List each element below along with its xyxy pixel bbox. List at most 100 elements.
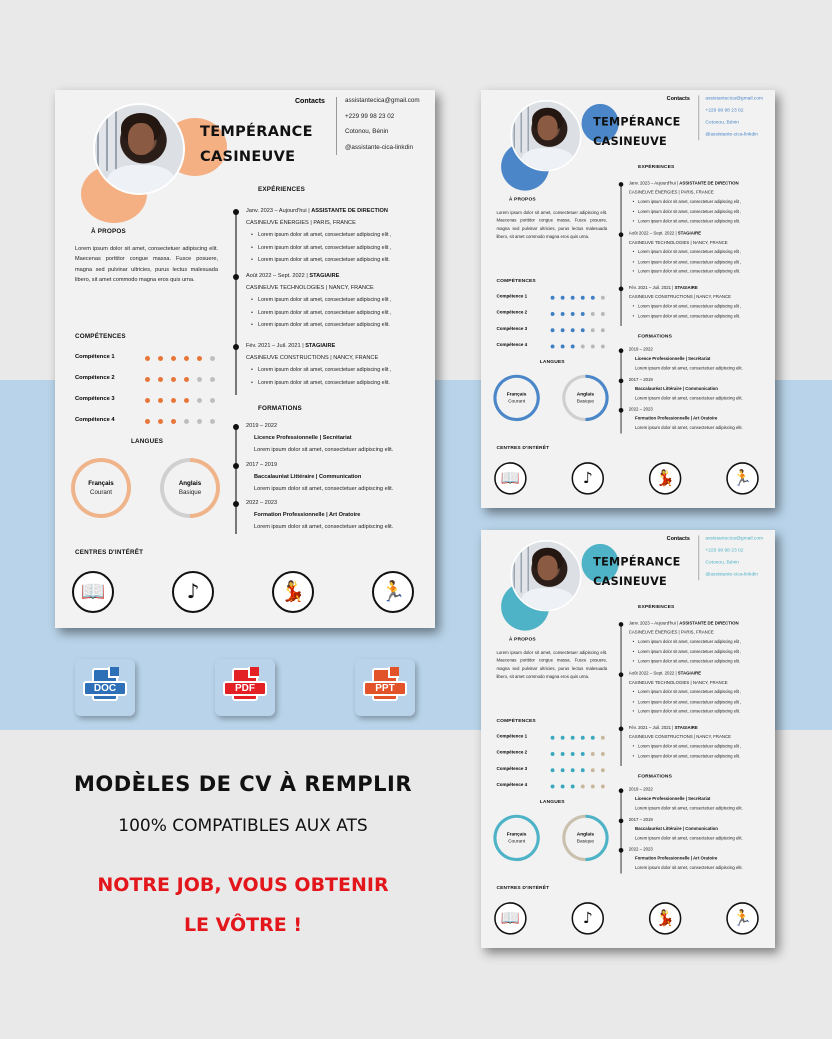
experience-title: ASSISTANTE DE DIRECTION [311,208,388,214]
skill-dot [600,768,605,773]
experience-bullet: Lorem ipsum dolor sit amet, consectetuer… [633,640,742,645]
book-icon: 📖 [494,462,527,495]
language-name: Anglais [576,831,595,838]
about-heading: À PROPOS [91,228,126,235]
skill-dot [210,356,215,361]
experience-bullet: Lorem ipsum dolor sit amet, consectetuer… [251,232,391,238]
skill-dot [590,768,595,773]
language-level: Basique [576,838,595,845]
skill-dot [184,398,189,403]
skill-label: Compétence 3 [496,766,528,772]
experience-date: Août 2022 – Sept. 2022 [246,273,305,279]
skill-label: Compétence 1 [496,294,528,299]
experience-bullet: Lorem ipsum dolor sit amet, consectetuer… [633,709,740,714]
skill-dot [184,377,189,382]
timeline-dot [618,348,623,354]
experience-bullet: Lorem ipsum dolor sit amet, consectetuer… [251,297,391,303]
timeline-dot [232,501,239,507]
experience-timeline [620,622,622,766]
experience-header: Fév. 2021 – Juil. 2021 | STAGIAIRE [246,343,335,349]
timeline-dot [618,182,623,187]
experience-company: CASINEUVE TECHNOLOGIES | NANCY, FRANCE [628,240,728,246]
experience-title: STAGIAIRE [677,231,702,237]
timeline-dot [618,672,623,677]
language-level: Courant [508,838,526,845]
language-ring [71,458,131,518]
experience-title: STAGIAIRE [674,725,698,731]
skill-dot [580,752,585,756]
experience-bullet: Lorem ipsum dolor sit amet, consectetuer… [251,310,391,316]
contact-linkedin[interactable]: @assistante-cica-linkdin [705,571,758,576]
skill-dot [550,768,555,773]
experience-bullet: Lorem ipsum dolor sit amet, consectetuer… [251,367,391,373]
skill-dot [560,328,565,333]
education-title: Formation Professionnelle | Art Oratoire [634,856,718,862]
photo-shirt [521,148,574,170]
experience-bullet: Lorem ipsum dolor sit amet, consectetuer… [251,245,391,251]
name-line2: CASINEUVE [593,575,667,589]
skill-dot [570,344,575,349]
contact-linkedin[interactable]: @assistante-cica-linkdin [705,131,758,136]
education-title: Licence Professionnelle | Secrétariat [634,796,711,802]
education-desc: Lorem ipsum dolor sit amet, consectetuer… [634,366,743,371]
photo-shirt [107,165,175,193]
experience-company: CASINEUVE CONSTRUCTIONS | NANCY, FRANCE [246,355,379,361]
experience-bullet: Lorem ipsum dolor sit amet, consectetuer… [251,257,390,263]
cv-template-orange: TEMPÉRANCE CASINEUVE Contacts assistantecic… [55,90,435,628]
language-name: Français [506,391,527,398]
skill-dot [145,356,150,361]
skill-dot [580,344,585,349]
timeline-dot [618,622,623,627]
photo-face [537,115,558,141]
timeline-dot [232,424,239,430]
skill-dot [197,356,202,361]
experience-company: CASINEUVE CONSTRUCTIONS | NANCY, FRANCE [628,295,732,300]
skill-dot [560,784,565,789]
experience-company: CASINEUVE ÉNERGIES | PARIS, FRANCE [628,630,714,636]
skill-dot [580,735,585,740]
runner-icon: 🏃 [726,462,759,495]
photo-window [97,111,117,171]
education-heading: FORMATIONS [638,773,672,780]
skill-dot [600,295,605,300]
skill-dot [590,752,595,756]
skill-dot [560,768,565,773]
education-date: 2017 – 2019 [628,817,653,823]
skill-label: Compétence 2 [496,750,528,756]
contact-email[interactable]: assistantecica@gmail.com [705,535,763,540]
education-date: 2022 – 2023 [246,500,278,506]
contact-email[interactable]: assistantecica@gmail.com [345,97,420,104]
skill-dot [145,398,150,403]
runner-icon: 🏃 [726,902,759,935]
skill-dot [550,295,555,300]
promo-slogan-line1: NOTRE JOB, VOUS OBTENIR [97,874,389,896]
skill-dot [570,784,575,789]
education-title: Licence Professionnelle | Secrétariat [634,356,711,362]
education-desc: Lorem ipsum dolor sit amet, consectetuer… [634,425,743,431]
language-level: Basique [576,398,595,405]
skill-dot [590,295,595,300]
contact-linkedin[interactable]: @assistante-cica-linkdin [345,144,413,151]
contacts-divider [336,97,337,155]
timeline-dot [618,726,623,732]
skills-heading: COMPÉTENCES [496,718,536,724]
education-title: Baccalauréat Littéraire | Communication [634,826,718,832]
pdf-format-badge: PDF [215,659,275,716]
skills-heading: COMPÉTENCES [496,278,536,284]
experiences-heading: EXPÉRIENCES [638,604,675,610]
profile-photo [510,540,582,612]
name-line1: TEMPÉRANCE [200,124,313,140]
interests-heading: CENTRES D'INTÉRÊT [496,445,550,451]
skill-dot [145,377,150,382]
skill-dot [570,295,575,300]
experience-bullet: Lorem ipsum dolor sit amet, consectetuer… [633,659,740,664]
contact-email[interactable]: assistantecica@gmail.com [705,95,763,100]
experience-title: STAGIAIRE [305,343,336,349]
experience-company: CASINEUVE CONSTRUCTIONS | NANCY, FRANCE [628,735,732,740]
language-ring [160,458,220,518]
cv-template-blue: TEMPÉRANCE CASINEUVE Contacts assistantecic… [481,90,775,508]
promo-slogan-line2: LE VÔTRE ! [183,914,303,936]
education-title: Formation Professionnelle | Art Oratoire [634,416,718,422]
experience-bullet: Lorem ipsum dolor sit amet, consectetuer… [633,754,740,759]
skill-dot [145,419,150,424]
